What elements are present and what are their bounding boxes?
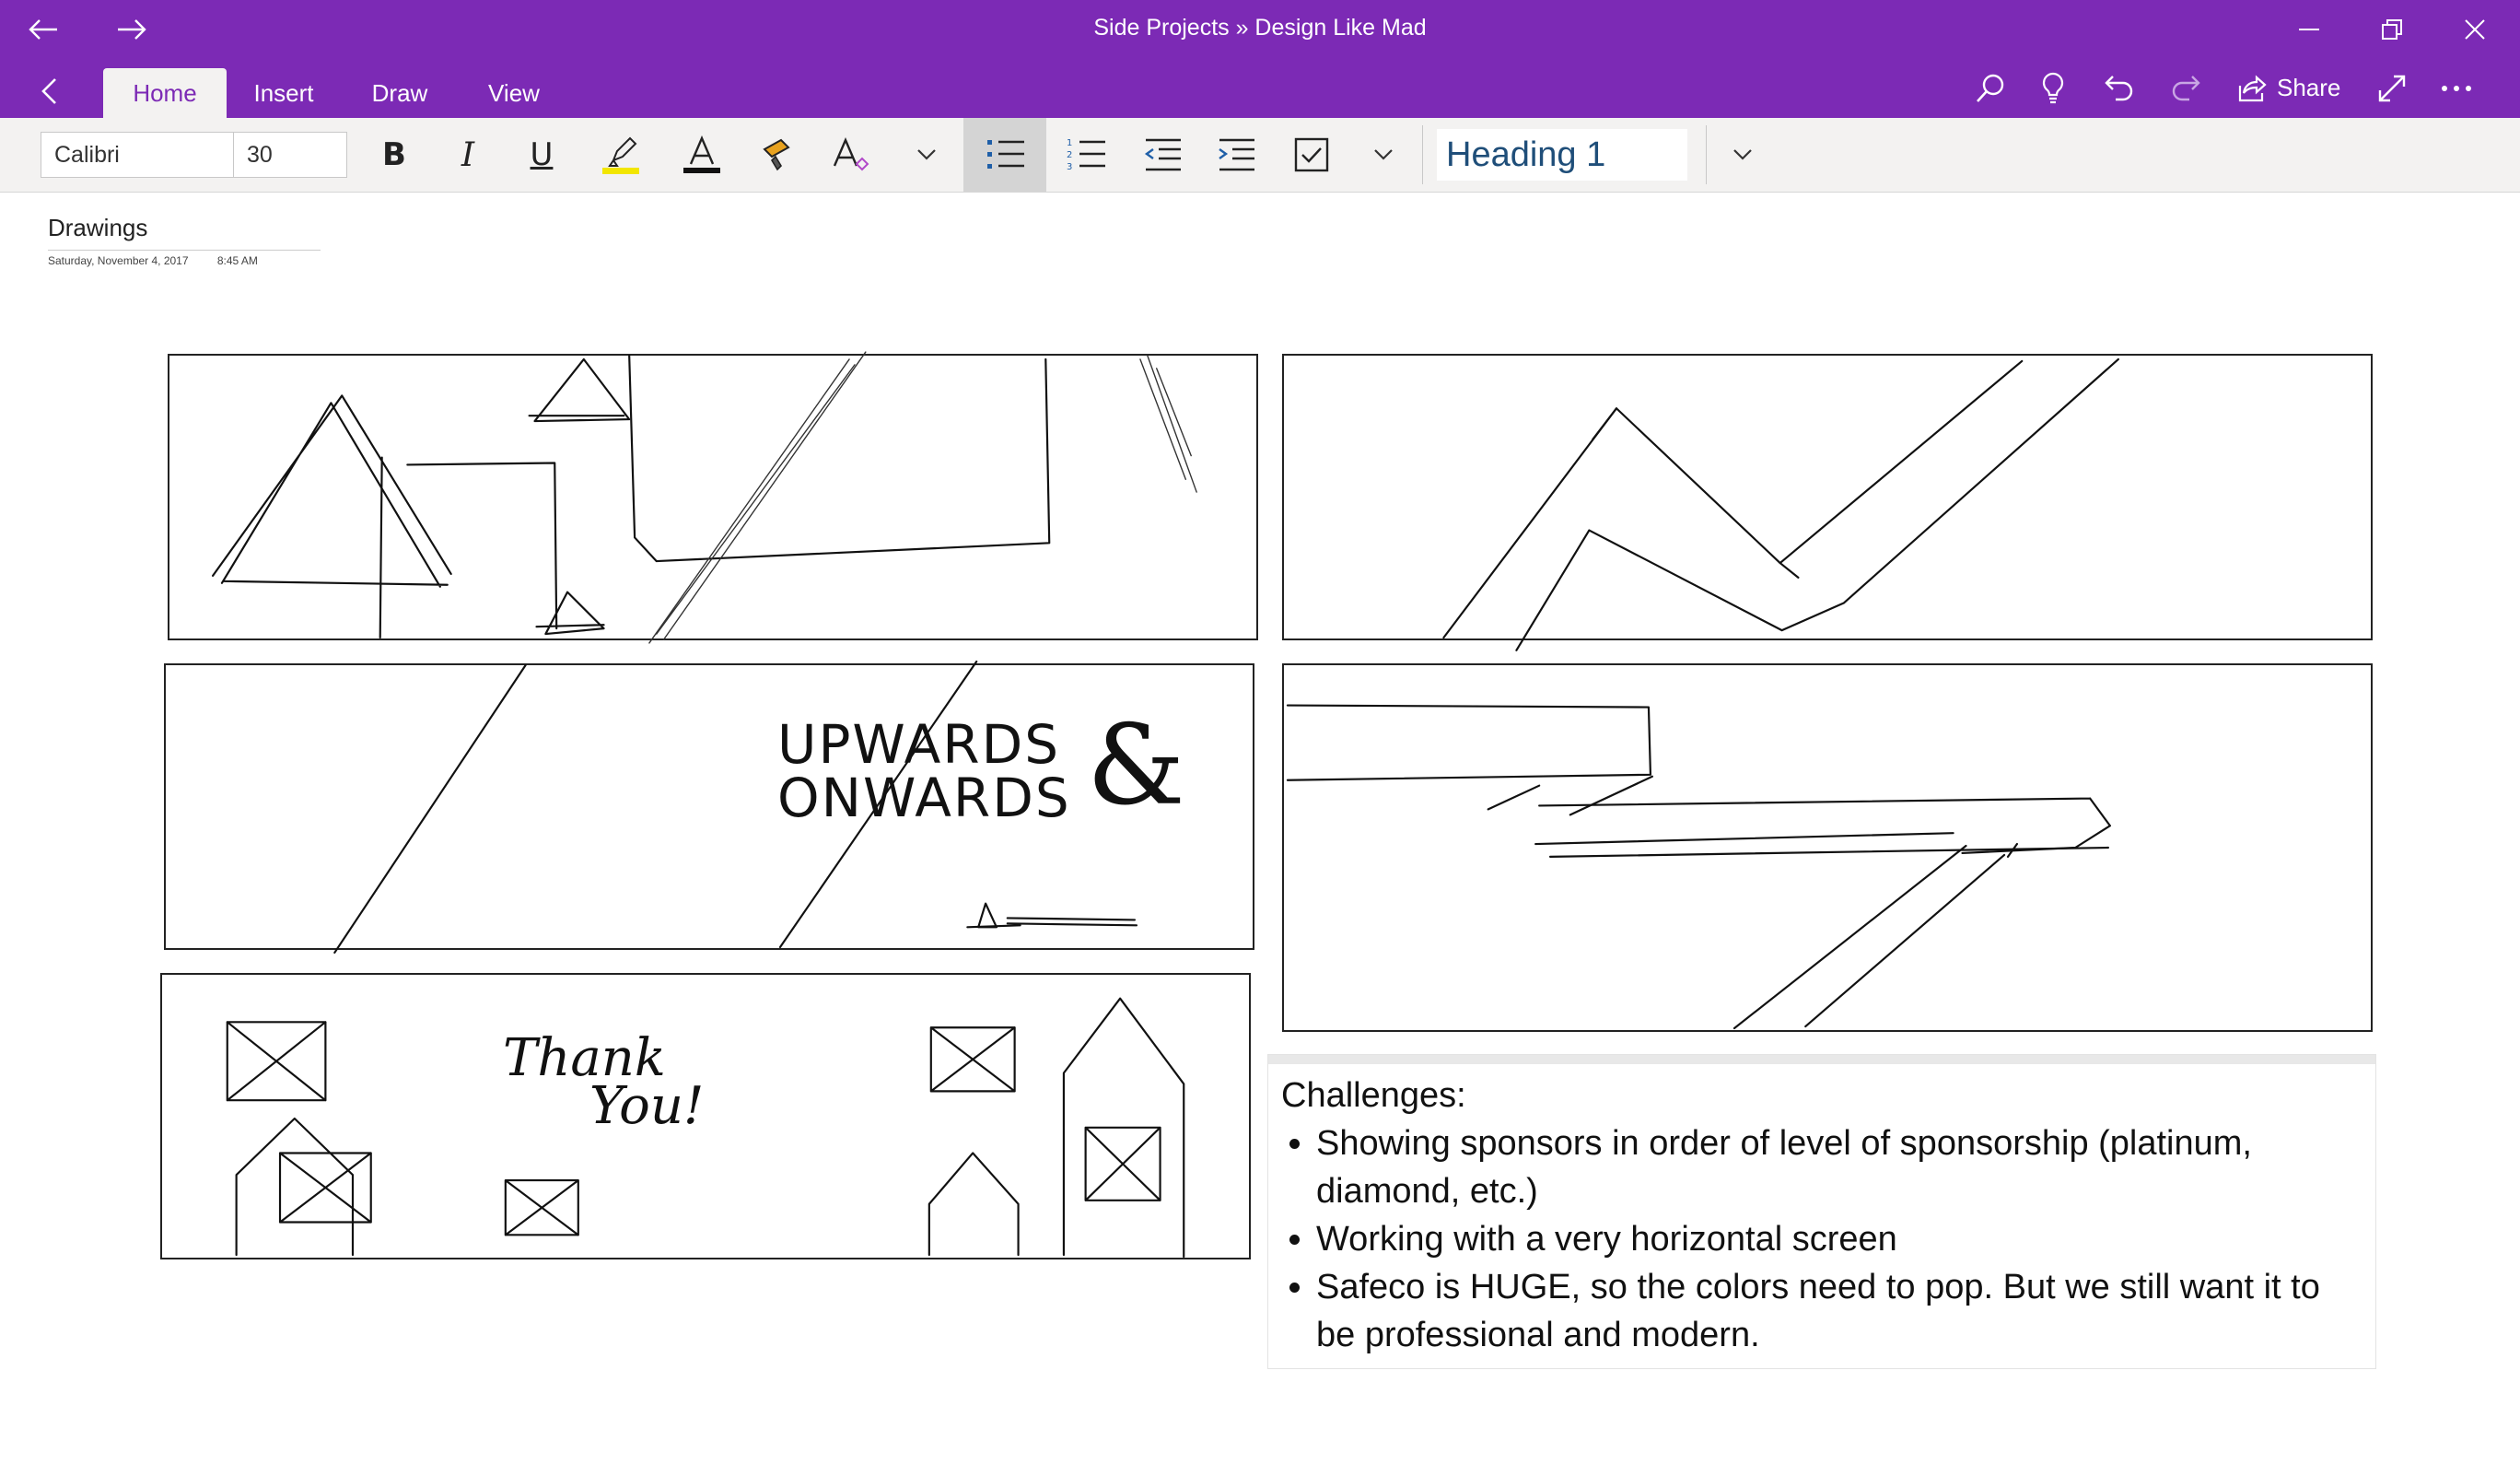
page-header: Drawings Saturday, November 4, 2017 8:45… — [48, 214, 321, 267]
window-title: Side Projects » Design Like Mad — [1093, 15, 1427, 41]
decrease-indent-button[interactable] — [1137, 131, 1188, 179]
italic-icon: I — [461, 135, 475, 174]
tab-draw[interactable]: Draw — [350, 68, 449, 118]
format-painter-icon — [763, 138, 790, 171]
tab-insert[interactable]: Insert — [236, 68, 332, 118]
ribbon-divider — [1422, 125, 1423, 184]
font-name-field[interactable]: Calibri — [41, 132, 234, 178]
svg-text:2: 2 — [1067, 150, 1072, 160]
ribbon-tab-bar: Home Insert Draw View Share — [0, 59, 2520, 118]
style-selector[interactable]: Heading 1 — [1437, 129, 1687, 181]
chevron-down-icon — [1733, 149, 1752, 160]
sketch-thank-you[interactable]: Thank You! — [160, 973, 1251, 1259]
fullscreen-icon[interactable] — [2369, 68, 2415, 109]
font-color-icon — [683, 135, 720, 173]
undo-icon[interactable] — [2096, 68, 2142, 109]
chevron-down-icon — [1374, 149, 1393, 160]
bold-icon: B — [382, 136, 406, 173]
checkbox-icon — [1294, 137, 1329, 172]
note-body: Challenges: Showing sponsors in order of… — [1268, 1064, 2375, 1359]
sketch-zigzag[interactable] — [1282, 354, 2373, 651]
tab-view[interactable]: View — [468, 68, 560, 118]
share-button[interactable]: Share — [2277, 74, 2340, 102]
note-container-handle[interactable] — [1268, 1055, 2375, 1064]
tab-home[interactable]: Home — [103, 68, 227, 118]
redo-icon[interactable] — [2163, 68, 2209, 109]
bold-button[interactable]: B — [368, 131, 420, 179]
more-options-icon[interactable] — [2433, 68, 2479, 109]
bullet-list-icon — [987, 140, 1024, 169]
page-title[interactable]: Drawings — [48, 214, 321, 242]
sketch-bars[interactable] — [1282, 663, 2373, 1032]
note-bullet-list: Showing sponsors in order of level of sp… — [1281, 1119, 2361, 1359]
navigation-back-icon[interactable] — [28, 70, 70, 112]
note-bullet: Working with a very horizontal screen — [1316, 1215, 2361, 1263]
decrease-indent-icon — [1144, 138, 1181, 171]
styles-more-button[interactable] — [1717, 131, 1768, 179]
font-more-button[interactable] — [901, 131, 952, 179]
font-size-field[interactable]: 30 — [233, 132, 347, 178]
note-container[interactable]: Challenges: Showing sponsors in order of… — [1267, 1054, 2376, 1369]
ribbon-divider — [1706, 125, 1707, 184]
font-color-button[interactable] — [676, 131, 728, 179]
lightbulb-icon[interactable] — [2030, 68, 2076, 109]
sketch-thank-you-drawing — [226, 997, 1185, 1259]
close-icon[interactable] — [2452, 9, 2498, 50]
note-bullet: Showing sponsors in order of level of sp… — [1316, 1119, 2361, 1215]
highlighter-icon — [602, 136, 639, 174]
sketch-upwards[interactable]: UPWARDS ONWARDS & — [164, 660, 1254, 955]
page-time: 8:45 AM — [216, 254, 258, 267]
note-bullet: Safeco is HUGE, so the colors need to po… — [1316, 1263, 2361, 1359]
paragraph-more-button[interactable] — [1358, 131, 1409, 179]
numbered-list-icon: 1 2 3 — [1067, 138, 1105, 172]
search-icon[interactable] — [1967, 68, 2013, 109]
sketch-text-ampersand: & — [1087, 702, 1185, 830]
clear-formatting-button[interactable] — [825, 131, 877, 179]
sketch-zigzag-drawing — [1442, 357, 2119, 651]
todo-tag-button[interactable] — [1286, 131, 1337, 179]
sketch-text-onwards: ONWARDS — [777, 767, 1071, 829]
page-timestamp: Saturday, November 4, 2017 8:45 AM — [48, 250, 321, 267]
increase-indent-button[interactable] — [1210, 131, 1262, 179]
svg-text:3: 3 — [1067, 162, 1072, 172]
italic-button[interactable]: I — [442, 131, 494, 179]
sketch-text-you: You! — [589, 1076, 705, 1136]
format-painter-button[interactable] — [753, 131, 805, 179]
sketch-bars-drawing — [1286, 704, 2111, 1030]
underline-icon: U — [530, 136, 554, 173]
home-ribbon: Calibri 30 B I U 1 2 3 Heading 1 — [0, 118, 2520, 193]
restore-icon[interactable] — [2369, 9, 2415, 50]
bullets-button[interactable] — [963, 118, 1046, 192]
underline-button[interactable]: U — [516, 131, 567, 179]
numbering-button[interactable]: 1 2 3 — [1061, 131, 1113, 179]
increase-indent-icon — [1219, 138, 1254, 171]
sketch-shapes[interactable] — [168, 351, 1258, 644]
chevron-down-icon — [917, 149, 936, 160]
minimize-icon[interactable] — [2286, 9, 2332, 50]
highlight-button[interactable] — [595, 131, 647, 179]
title-bar: Side Projects » Design Like Mad — [0, 0, 2520, 59]
sketch-shapes-drawing — [211, 351, 1197, 644]
svg-text:1: 1 — [1067, 138, 1072, 148]
clear-formatting-icon — [833, 136, 869, 171]
page-date: Saturday, November 4, 2017 — [48, 254, 189, 267]
share-icon[interactable] — [2234, 68, 2271, 109]
note-heading: Challenges: — [1281, 1076, 1466, 1115]
